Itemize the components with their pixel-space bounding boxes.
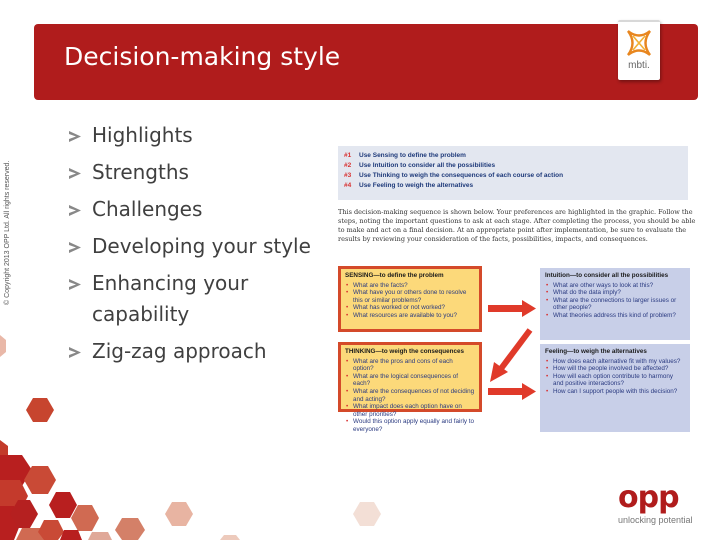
topic-item-challenges[interactable]: Challenges (66, 194, 316, 225)
intuition-question: What do the data imply? (545, 289, 685, 297)
arrow-right-icon (488, 300, 536, 317)
mbti-logo-icon (627, 30, 651, 56)
feeling-question: How will each option contribute to harmo… (545, 373, 685, 388)
sensing-box: SENSING—to define the problem What are t… (338, 266, 482, 332)
chevron-right-icon (69, 279, 81, 290)
sensing-question: What are the facts? (345, 282, 475, 290)
topic-label: Zig-zag approach (92, 339, 267, 363)
topic-item-strengths[interactable]: Strengths (66, 157, 316, 188)
chevron-right-icon (69, 347, 81, 358)
thinking-box: THINKING—to weigh the consequences What … (338, 342, 482, 433)
sensing-heading: SENSING—to define the problem (345, 272, 444, 279)
intuition-question: What are other ways to look at this? (545, 282, 685, 290)
intuition-heading: Intuition—to consider all the possibilit… (545, 272, 669, 279)
sensing-question: What resources are available to you? (345, 312, 475, 320)
mbti-logo-text: mbti. (628, 60, 650, 71)
thinking-question: What are the pros and cons of each optio… (345, 358, 475, 373)
feeling-box: Feeling—to weigh the alternatives How do… (540, 344, 690, 432)
opp-logo-text: opp (618, 480, 680, 515)
step-4: #4 Use Feeling to weigh the alternatives (344, 182, 474, 189)
topic-label: Strengths (92, 160, 189, 184)
mbti-logo-badge: mbti. (618, 20, 660, 80)
thinking-heading: THINKING—to weigh the consequences (345, 348, 464, 355)
flow-arrows (488, 300, 536, 400)
step-1: #1 Use Sensing to define the problem (344, 152, 466, 159)
topic-label: Highlights (92, 123, 193, 147)
topic-list: Highlights Strengths Challenges Developi… (66, 120, 316, 373)
chevron-right-icon (69, 242, 81, 253)
intro-paragraph: This decision-making sequence is shown b… (338, 208, 696, 243)
intuition-box: Intuition—to consider all the possibilit… (540, 268, 690, 340)
title-bar: Decision-making style (34, 24, 698, 100)
topic-item-highlights[interactable]: Highlights (66, 120, 316, 151)
intuition-question: What theories address this kind of probl… (545, 312, 685, 320)
thinking-question: What are the consequences of not decidin… (345, 388, 475, 403)
copyright-notice: © Copyright 2013 OPP Ltd. All rights res… (4, 160, 11, 305)
opp-tagline: unlocking potential (618, 515, 693, 525)
feeling-question: How can I support people with this decis… (545, 388, 685, 396)
chevron-right-icon (69, 205, 81, 216)
chevron-right-icon (69, 168, 81, 179)
feeling-question: How does each alternative fit with my va… (545, 358, 685, 366)
chevron-right-icon (69, 131, 81, 142)
topic-item-zig-zag-approach[interactable]: Zig-zag approach (66, 336, 316, 367)
page-title: Decision-making style (64, 42, 341, 71)
thinking-question: What impact does each option have on oth… (345, 403, 475, 418)
step-2: #2 Use Intuition to consider all the poss… (344, 162, 496, 169)
topic-item-developing-your-style[interactable]: Developing your style (66, 231, 316, 262)
opp-logo: opp unlocking potential (612, 480, 712, 528)
arrow-down-left-icon (490, 328, 533, 382)
thinking-question: What are the logical consequences of eac… (345, 373, 475, 388)
steps-box: #1 Use Sensing to define the problem #2 Us… (338, 146, 688, 200)
topic-label: Enhancing your capability (92, 271, 249, 326)
decision-process-document: #1 Use Sensing to define the problem #2 Us… (338, 146, 716, 433)
topic-label: Challenges (92, 197, 203, 221)
sensing-question: What has worked or not worked? (345, 304, 475, 312)
arrow-right-icon (488, 383, 536, 400)
topic-label: Developing your style (92, 234, 311, 258)
intuition-question: What are the connections to larger issue… (545, 297, 685, 312)
thinking-question: Would this option apply equally and fair… (345, 418, 475, 433)
topic-item-enhancing-your-capability[interactable]: Enhancing your capability (66, 268, 316, 330)
sensing-question: What have you or others done to resolve … (345, 289, 475, 304)
feeling-heading: Feeling—to weigh the alternatives (545, 348, 647, 355)
step-3: #3 Use Thinking to weigh the consequences… (344, 172, 564, 179)
feeling-question: How will the people involved be affected… (545, 365, 685, 373)
